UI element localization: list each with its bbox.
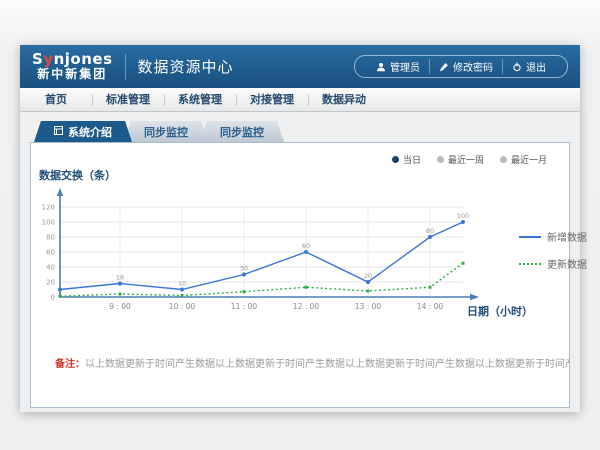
footnote-prefix: 备注： [55, 359, 85, 370]
radio-selected-icon [392, 156, 399, 163]
svg-text:12 : 00: 12 : 00 [293, 302, 320, 311]
tab-label: 同步监控 [220, 124, 264, 140]
chart-panel: 当日 最近一周 最近一月 数据交换（条） 0 20 40 60 80 100 120 9 : … [30, 142, 570, 408]
legend-update-data-label: 更新数据 [547, 256, 587, 271]
svg-text:11 : 00: 11 : 00 [231, 302, 258, 311]
svg-text:0: 0 [51, 294, 55, 302]
svg-text:80: 80 [46, 234, 55, 242]
logo-english: Synjones [32, 52, 113, 68]
admin-label: 管理员 [390, 59, 420, 74]
admin-user-button[interactable]: 管理员 [367, 59, 429, 74]
svg-text:20: 20 [364, 272, 372, 280]
chart-legend: 新增数据 更新数据 [519, 229, 587, 271]
svg-text:10: 10 [178, 280, 186, 288]
company-logo: Synjones 新中新集团 [32, 52, 113, 80]
svg-text:120: 120 [42, 204, 55, 212]
change-password-label: 修改密码 [453, 59, 493, 74]
app-header: Synjones 新中新集团 数据资源中心 管理员 修改密码 退出 [20, 45, 580, 88]
svg-text:18: 18 [116, 274, 124, 282]
footnote: 备注：以上数据更新于时间产生数据以上数据更新于时间产生数据以上数据更新于时间产生… [31, 355, 569, 370]
header-divider [125, 54, 126, 80]
legend-new-data[interactable]: 新增数据 [519, 229, 587, 244]
tab-system-intro[interactable]: 系统介绍 [34, 121, 132, 142]
y-axis-title: 数据交换（条） [39, 167, 116, 183]
svg-text:100: 100 [42, 219, 55, 227]
legend-new-data-label: 新增数据 [547, 229, 587, 244]
nav-item-data-changes[interactable]: 数据异动 [308, 88, 380, 111]
svg-text:80: 80 [426, 227, 434, 235]
nav-item-system-mgmt[interactable]: 系统管理 [164, 88, 236, 111]
footnote-text: 以上数据更新于时间产生数据以上数据更新于时间产生数据以上数据更新于时间产生数据以… [85, 359, 569, 370]
filter-today-label: 当日 [403, 153, 421, 166]
svg-text:40: 40 [46, 264, 55, 272]
filter-last-week[interactable]: 最近一周 [437, 153, 484, 166]
tab-sync-monitor-1[interactable]: 同步监控 [124, 121, 208, 142]
tab-label: 系统介绍 [68, 124, 112, 140]
svg-text:60: 60 [46, 249, 55, 257]
logo-chinese: 新中新集团 [37, 68, 107, 81]
filter-today[interactable]: 当日 [392, 153, 421, 166]
main-nav: 首页 标准管理 系统管理 对接管理 数据异动 [20, 88, 580, 112]
user-menu: 管理员 修改密码 退出 [354, 55, 568, 78]
solid-line-icon [519, 236, 541, 238]
logout-button[interactable]: 退出 [502, 59, 555, 74]
tab-sync-monitor-2[interactable]: 同步监控 [200, 121, 284, 142]
dotted-line-icon [519, 263, 541, 265]
app-window: Synjones 新中新集团 数据资源中心 管理员 修改密码 退出 首页 标准管… [20, 45, 580, 412]
svg-text:20: 20 [46, 279, 55, 287]
filter-last-month[interactable]: 最近一月 [500, 153, 547, 166]
filter-last-week-label: 最近一周 [448, 153, 484, 166]
edit-icon [439, 62, 449, 72]
content-area: 系统介绍 同步监控 同步监控 当日 最近一周 [20, 112, 580, 412]
radio-unselected-icon [437, 156, 444, 163]
nav-item-standard-mgmt[interactable]: 标准管理 [92, 88, 164, 111]
svg-text:14 : 00: 14 : 00 [417, 302, 444, 311]
svg-text:100: 100 [457, 212, 469, 220]
x-axis-title: 日期（小时） [467, 303, 533, 319]
nav-item-integration-mgmt[interactable]: 对接管理 [236, 88, 308, 111]
tab-label: 同步监控 [144, 124, 188, 140]
time-filter: 当日 最近一周 最近一月 [392, 153, 547, 166]
tab-bar: 系统介绍 同步监控 同步监控 [34, 121, 284, 142]
page-title: 数据资源中心 [138, 56, 234, 77]
filter-last-month-label: 最近一月 [511, 153, 547, 166]
nav-item-home[interactable]: 首页 [20, 88, 92, 111]
logout-label: 退出 [526, 59, 546, 74]
change-password-button[interactable]: 修改密码 [429, 59, 502, 74]
user-icon [376, 62, 386, 72]
power-icon [512, 62, 522, 72]
legend-update-data[interactable]: 更新数据 [519, 256, 587, 271]
svg-text:60: 60 [302, 242, 310, 250]
radio-unselected-icon [500, 156, 507, 163]
chart-container: 0 20 40 60 80 100 120 9 : 00 10 : 00 11 : 00 12 : … [33, 187, 493, 327]
svg-text:9 : 00: 9 : 00 [109, 302, 131, 311]
svg-text:30: 30 [240, 265, 248, 273]
form-icon [54, 125, 63, 138]
svg-text:10 : 00: 10 : 00 [169, 302, 196, 311]
svg-text:13 : 00: 13 : 00 [355, 302, 382, 311]
line-chart: 0 20 40 60 80 100 120 9 : 00 10 : 00 11 : 00 12 : … [33, 187, 493, 327]
